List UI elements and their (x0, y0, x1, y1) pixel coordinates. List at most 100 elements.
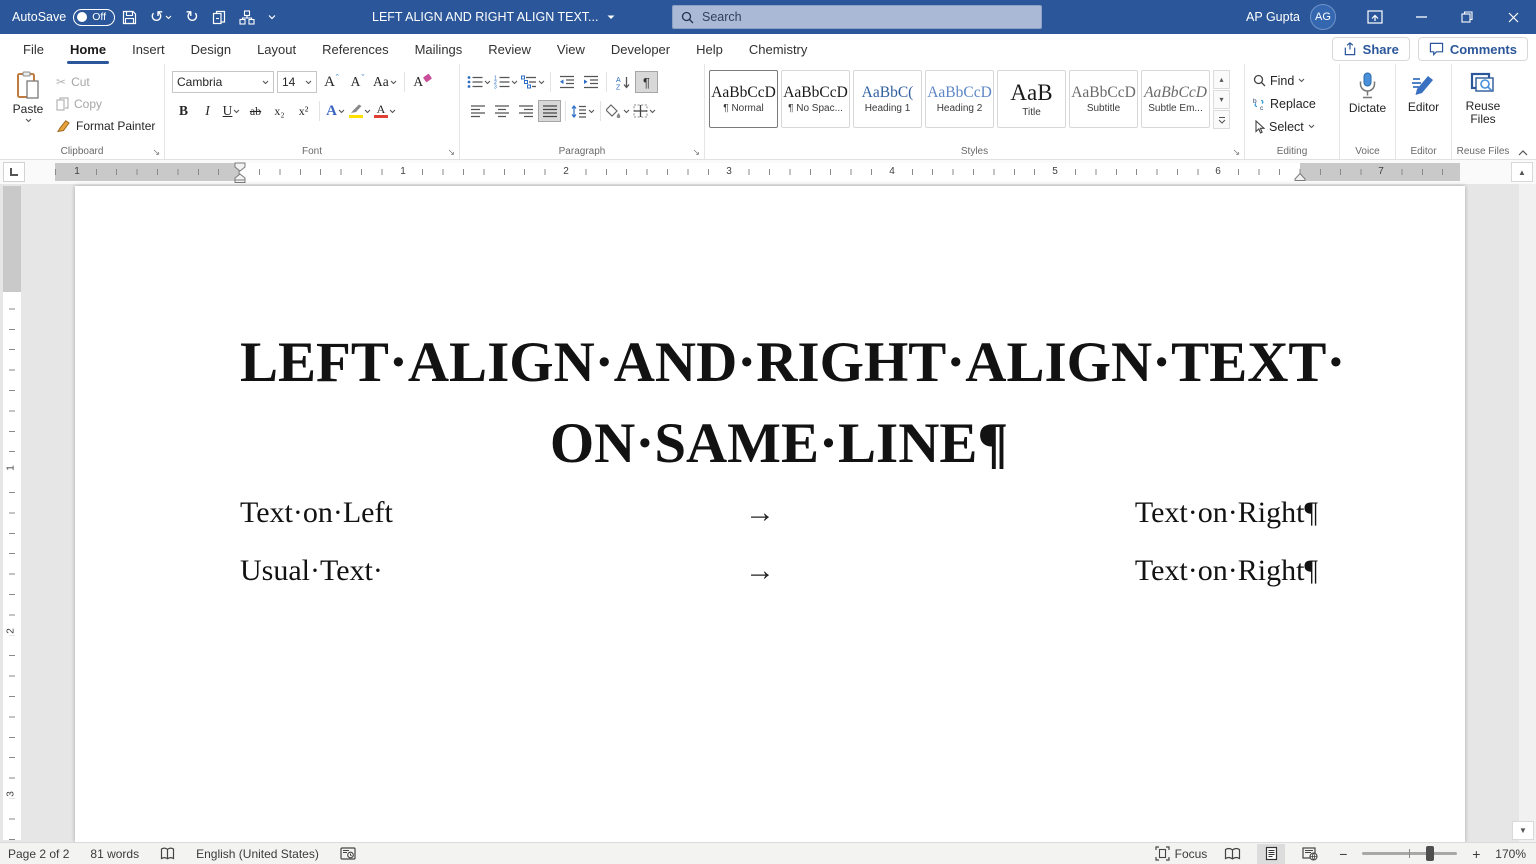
format-painter-button[interactable]: Format Painter (56, 116, 155, 135)
change-case-button[interactable]: Aa (372, 71, 398, 93)
tab-references[interactable]: References (309, 34, 401, 64)
text-effects-button[interactable]: A (324, 100, 347, 122)
editor-button[interactable]: Editor (1400, 69, 1447, 114)
avatar[interactable]: AG (1310, 4, 1336, 30)
undo-button[interactable]: ↺ (150, 7, 172, 27)
right-indent-marker[interactable] (1294, 172, 1306, 181)
user-name[interactable]: AP Gupta (1246, 10, 1300, 24)
close-button[interactable] (1490, 0, 1536, 34)
document-page[interactable]: LEFT·ALIGN·AND·RIGHT·ALIGN·TEXT· ON·SAME… (75, 186, 1465, 842)
vertical-ruler[interactable]: 1 2 3 (3, 186, 21, 840)
reuse-files-button[interactable]: Reuse Files (1456, 69, 1510, 126)
increase-indent-button[interactable] (579, 71, 602, 93)
numbering-button[interactable]: 123 (493, 71, 519, 93)
indent-markers[interactable] (234, 162, 246, 183)
customize-quick-access-button[interactable] (268, 14, 276, 20)
ribbon-display-options-button[interactable] (1352, 0, 1398, 34)
web-layout-button[interactable] (1296, 844, 1324, 864)
restore-button[interactable] (1444, 0, 1490, 34)
style-heading-1[interactable]: AaBbC(Heading 1 (853, 70, 922, 128)
tab-help[interactable]: Help (683, 34, 736, 64)
sort-button[interactable]: AZ (611, 71, 634, 93)
style-subtle-emphasis[interactable]: AaBbCcD Subtle Em... (1141, 70, 1210, 128)
heading-line-1[interactable]: LEFT·ALIGN·AND·RIGHT·ALIGN·TEXT· (240, 322, 1345, 403)
right-aligned-text[interactable]: Text·on·Right¶ (1135, 554, 1318, 588)
shading-button[interactable] (605, 100, 631, 122)
paragraph-dialog-launcher[interactable]: ↘ (692, 147, 700, 157)
macro-recording-button[interactable] (340, 847, 356, 860)
style-title[interactable]: AaB Title (997, 70, 1066, 128)
focus-mode-button[interactable]: Focus (1155, 846, 1207, 861)
select-button[interactable]: Select (1253, 115, 1315, 138)
right-aligned-text[interactable]: Text·on·Right¶ (1135, 496, 1318, 530)
redo-button[interactable]: ↻ (185, 7, 198, 27)
document-title-menu[interactable]: LEFT ALIGN AND RIGHT ALIGN TEXT... (372, 0, 615, 34)
tab-file[interactable]: File (10, 34, 57, 64)
word-count-status[interactable]: 81 words (90, 847, 139, 861)
borders-button[interactable] (632, 100, 657, 122)
multilevel-list-button[interactable] (520, 71, 546, 93)
bold-button[interactable]: B (172, 100, 195, 122)
style-subtitle[interactable]: AaBbCcD Subtitle (1069, 70, 1138, 128)
underline-button[interactable]: U (220, 100, 243, 122)
bullets-button[interactable] (466, 71, 492, 93)
styles-more-button[interactable] (1213, 110, 1230, 129)
style-no-spacing[interactable]: AaBbCcD ¶ No Spac... (781, 70, 850, 128)
search-box[interactable] (672, 5, 1042, 29)
tab-review[interactable]: Review (475, 34, 544, 64)
tab-mailings[interactable]: Mailings (402, 34, 476, 64)
zoom-slider-handle[interactable] (1426, 846, 1435, 861)
align-center-button[interactable] (490, 100, 513, 122)
search-input[interactable] (702, 10, 1002, 24)
zoom-slider[interactable] (1362, 846, 1458, 861)
superscript-button[interactable]: x² (292, 100, 315, 122)
minimize-button[interactable] (1398, 0, 1444, 34)
tab-chemistry[interactable]: Chemistry (736, 34, 821, 64)
style-heading-2[interactable]: AaBbCcD Heading 2 (925, 70, 994, 128)
horizontal-ruler[interactable]: 1 1 2 3 4 5 6 7 (55, 162, 1460, 183)
shrink-font-button[interactable]: Aˇ (346, 71, 369, 93)
share-button[interactable]: Share (1331, 37, 1410, 61)
styles-scroll-up-button[interactable]: ▴ (1213, 70, 1230, 89)
copy-button[interactable]: Copy (56, 94, 155, 113)
vertical-scrollbar[interactable] (1519, 184, 1536, 842)
proofing-status-button[interactable] (160, 847, 175, 861)
tab-view[interactable]: View (544, 34, 598, 64)
print-layout-button[interactable] (1257, 843, 1286, 864)
strikethrough-button[interactable]: ab (244, 100, 267, 122)
zoom-level-button[interactable]: 170% (1495, 847, 1526, 861)
replace-button[interactable]: b c Replace (1253, 92, 1316, 115)
zoom-out-button[interactable]: − (1335, 846, 1351, 862)
show-hide-formatting-button[interactable]: ¶ (635, 71, 658, 93)
tab-selector-button[interactable] (3, 162, 25, 182)
hierarchy-addin-button[interactable] (239, 9, 255, 25)
collapse-ribbon-button[interactable] (1518, 150, 1528, 156)
font-color-button[interactable]: A (373, 100, 397, 122)
clipboard-dialog-launcher[interactable]: ↘ (152, 147, 160, 157)
font-name-combobox[interactable]: Cambria (172, 71, 274, 93)
italic-button[interactable]: I (196, 100, 219, 122)
tab-layout[interactable]: Layout (244, 34, 309, 64)
comments-button[interactable]: Comments (1417, 37, 1528, 61)
scroll-down-button[interactable]: ▼ (1512, 821, 1534, 840)
left-aligned-text[interactable]: Text·on·Left (240, 496, 393, 530)
save-button[interactable] (122, 10, 137, 25)
cut-button[interactable]: ✂ Cut (56, 72, 155, 91)
style-normal[interactable]: AaBbCcD ¶ Normal (709, 70, 778, 128)
language-status[interactable]: English (United States) (196, 847, 319, 861)
text-highlight-button[interactable] (348, 100, 372, 122)
subscript-button[interactable]: x₂ (268, 100, 291, 122)
grow-font-button[interactable]: Aˆ (320, 71, 343, 93)
styles-dialog-launcher[interactable]: ↘ (1232, 147, 1240, 157)
styles-scroll-down-button[interactable]: ▾ (1213, 90, 1230, 109)
zoom-in-button[interactable]: + (1468, 846, 1484, 862)
page-number-status[interactable]: Page 2 of 2 (8, 847, 69, 861)
copy-quick-button[interactable] (212, 10, 226, 25)
decrease-indent-button[interactable] (555, 71, 578, 93)
align-right-button[interactable] (514, 100, 537, 122)
line-spacing-button[interactable] (570, 100, 596, 122)
document-heading[interactable]: LEFT·ALIGN·AND·RIGHT·ALIGN·TEXT· ON·SAME… (240, 186, 1345, 484)
scroll-up-button[interactable]: ▲ (1511, 162, 1533, 182)
font-size-combobox[interactable]: 14 (277, 71, 317, 93)
find-button[interactable]: Find (1253, 69, 1305, 92)
